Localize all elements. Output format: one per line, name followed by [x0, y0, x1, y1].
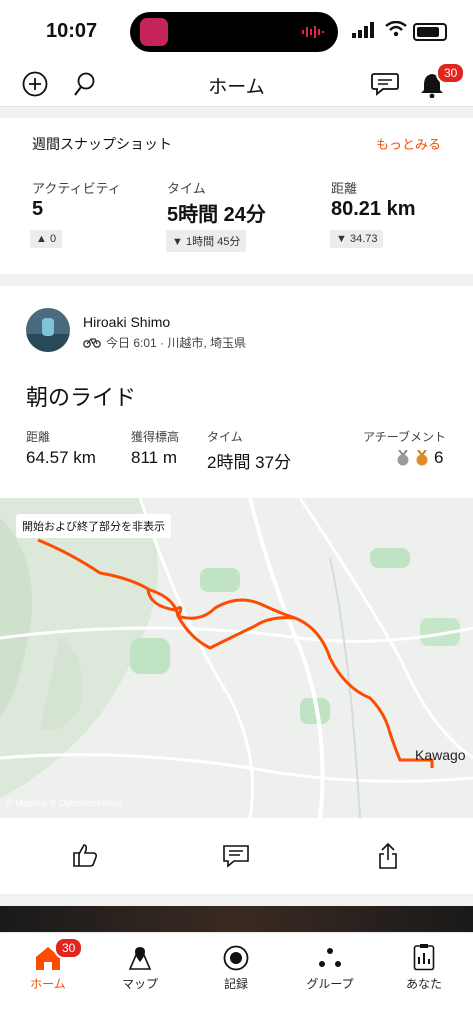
- achievements-count: 6: [434, 448, 444, 467]
- record-icon: [223, 945, 249, 971]
- stat-label-time: タイム: [167, 181, 206, 196]
- snapshot-title: 週間スナップショット: [32, 136, 172, 152]
- activity-meta: 今日 6:01 · 川越市, 埼玉県: [106, 336, 247, 350]
- music-app-icon: [140, 18, 168, 46]
- tab-label-home: ホーム: [30, 977, 66, 991]
- trend-down-icon: ▼: [172, 236, 183, 248]
- activity-stat-value-time: 2時間 37分: [207, 453, 292, 472]
- route-map[interactable]: 開始および終了部分を非表示 Kawago © Mapbox © OpenStre…: [0, 498, 473, 818]
- tab-bar: 30 ホーム マップ 記録 グループ あなた: [0, 932, 473, 1025]
- profile-chart-icon: [413, 944, 435, 971]
- weekly-snapshot-card: 週間スナップショット もっとみる アクティビティ 5 ▲ 0 タイム 5時間 2…: [0, 118, 473, 274]
- activity-stat-label-distance: 距離: [26, 430, 51, 444]
- stat-value-time: 5時間 24分: [167, 204, 266, 226]
- tab-record[interactable]: 記録: [196, 937, 276, 997]
- bronze-medal-icon: [416, 450, 428, 466]
- tab-label-you: あなた: [405, 977, 442, 991]
- app-header: ホーム 30: [0, 62, 473, 107]
- chat-icon[interactable]: [371, 72, 399, 96]
- signal-icon: [352, 22, 374, 38]
- activity-stat-label-time: タイム: [207, 430, 243, 444]
- activity-title[interactable]: 朝のライド: [26, 380, 136, 412]
- achievements-label: アチーブメント: [363, 430, 447, 444]
- notification-badge: 30: [436, 62, 466, 84]
- tab-you[interactable]: あなた: [384, 937, 464, 997]
- tab-groups[interactable]: グループ: [290, 937, 370, 997]
- activity-stat-value-distance: 64.57 km: [26, 448, 96, 467]
- tab-map[interactable]: マップ: [100, 937, 180, 997]
- activity-stat-label-elevation: 獲得標高: [131, 430, 180, 444]
- stat-delta-distance: ▼ 34.73: [330, 230, 384, 248]
- bike-icon: [83, 338, 101, 348]
- battery-icon: [413, 23, 447, 41]
- more-link[interactable]: もっとみる: [376, 134, 441, 153]
- share-icon[interactable]: [377, 842, 399, 870]
- avatar[interactable]: [26, 308, 70, 352]
- map-place-label: Kawago: [415, 747, 466, 763]
- groups-icon: [319, 948, 341, 967]
- dynamic-island: [130, 12, 338, 52]
- wifi-icon: [385, 21, 407, 37]
- activity-stat-value-elevation: 811 m: [131, 448, 177, 467]
- trend-up-icon: ▲: [36, 233, 47, 245]
- audio-wave-icon: [302, 26, 324, 38]
- status-bar: 10:07: [0, 0, 473, 62]
- stat-delta-time: ▼ 1時間 45分: [166, 230, 247, 252]
- map-overlay-label[interactable]: 開始および終了部分を非表示: [16, 514, 171, 538]
- page-title: ホーム: [208, 77, 265, 98]
- stat-delta-activity: ▲ 0: [30, 230, 63, 248]
- comment-icon[interactable]: [222, 844, 250, 868]
- stat-value-distance: 80.21 km: [331, 198, 416, 220]
- map-attribution[interactable]: © Mapbox © OpenStreetMap: [6, 798, 122, 808]
- silver-medal-icon: [397, 450, 409, 466]
- tab-label-groups: グループ: [306, 977, 354, 991]
- map-pin-icon: [128, 947, 152, 970]
- stat-label-distance: 距離: [331, 181, 358, 196]
- thumbs-up-icon[interactable]: [72, 842, 98, 868]
- tab-label-map: マップ: [121, 977, 158, 991]
- stat-label-activity: アクティビティ: [32, 181, 121, 196]
- stat-value-activity: 5: [32, 198, 44, 220]
- trend-down-icon: ▼: [336, 233, 347, 245]
- status-time: 10:07: [46, 20, 98, 42]
- home-tab-badge: 30: [54, 937, 84, 959]
- tab-label-record: 記録: [223, 977, 248, 991]
- map-canvas: [0, 498, 473, 818]
- tab-home[interactable]: 30 ホーム: [8, 937, 88, 997]
- athlete-name[interactable]: Hiroaki Shimo: [83, 314, 170, 330]
